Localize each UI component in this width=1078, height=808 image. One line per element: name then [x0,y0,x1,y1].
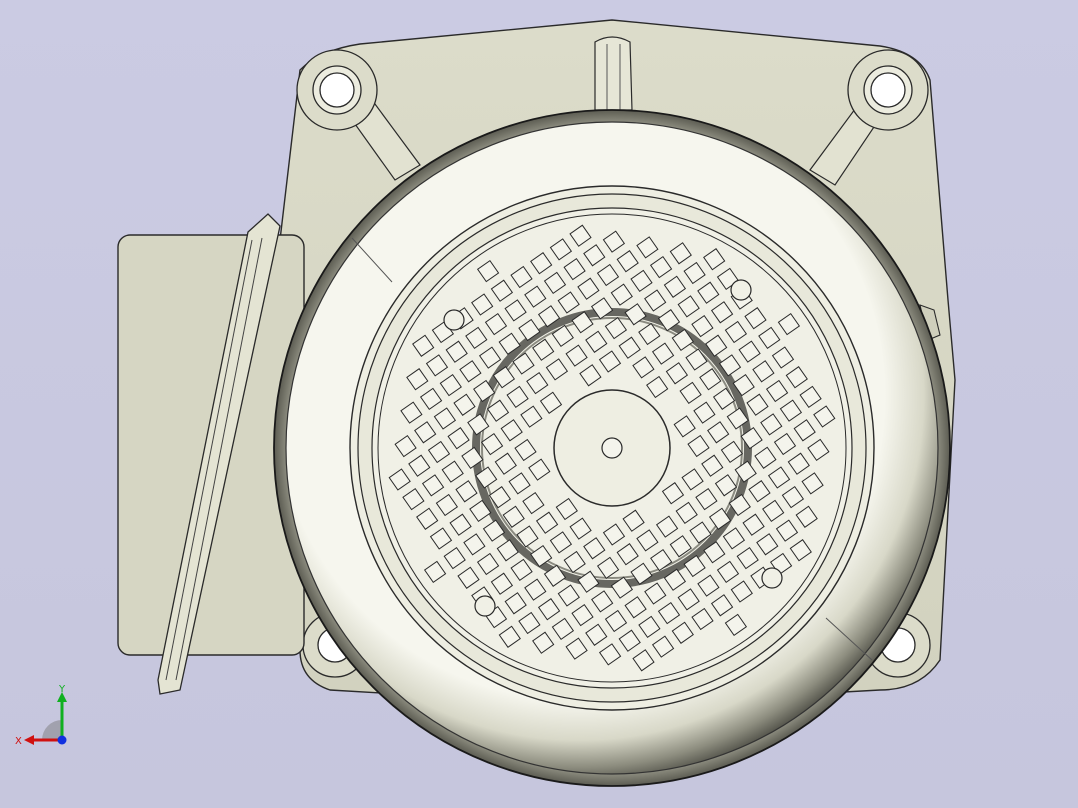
bolt-hole-top-left [296,49,378,131]
orientation-triad: Y X [15,684,67,747]
screw-dot [730,279,752,301]
top-rib [594,36,633,111]
x-axis-label: X [15,736,22,747]
hub-center-hole [601,437,623,459]
screw-dot [761,567,783,589]
screw-dot [443,309,465,331]
motor-model[interactable] [0,0,1078,808]
bolt-hole-top-right [847,49,929,131]
3d-viewport[interactable]: Y X [0,0,1078,808]
screw-dot [474,595,496,617]
y-axis-label: Y [58,684,66,695]
